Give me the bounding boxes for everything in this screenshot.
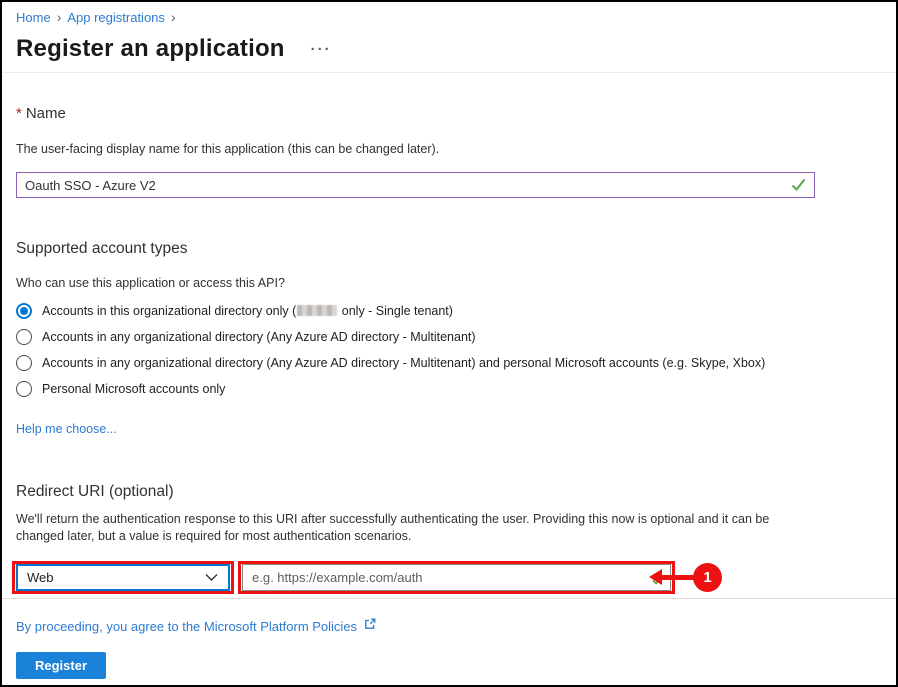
annotation-arrow [661,575,696,580]
platform-select-dropdown[interactable]: Web [16,564,230,591]
name-label-text: Name [26,105,66,122]
more-options-icon[interactable]: ··· [311,41,332,58]
breadcrumb-link-app-registrations[interactable]: App registrations [67,10,165,25]
policy-row: By proceeding, you agree to the Microsof… [16,617,377,636]
valid-check-icon [791,178,806,196]
radio-unselected-icon[interactable] [16,381,32,397]
redirect-uri-input[interactable] [242,564,671,591]
annotation-arrowhead-icon [649,569,662,585]
register-button[interactable]: Register [16,652,106,679]
redirect-uri-description: We'll return the authentication response… [16,511,816,545]
radio-unselected-icon[interactable] [16,329,32,345]
radio-option-multitenant[interactable]: Accounts in any organizational directory… [16,324,765,350]
radio-option-single-tenant[interactable]: Accounts in this organizational director… [16,298,765,324]
required-asterisk: * [16,105,22,122]
account-types-question: Who can use this application or access t… [16,276,285,290]
redirect-uri-heading: Redirect URI (optional) [16,483,174,501]
radio-option-multitenant-personal[interactable]: Accounts in any organizational directory… [16,350,765,376]
annotation-step-badge: 1 [693,563,722,592]
name-input[interactable] [16,172,815,198]
help-me-choose-link[interactable]: Help me choose... [16,422,117,436]
radio-selected-icon[interactable] [16,303,32,319]
breadcrumb: Home › App registrations › [16,9,176,25]
account-type-radio-group: Accounts in this organizational director… [16,298,765,402]
supported-account-types-heading: Supported account types [16,240,187,258]
platform-policies-link[interactable]: By proceeding, you agree to the Microsof… [16,619,357,634]
name-field-label: *Name [16,105,66,122]
radio-label: Personal Microsoft accounts only [42,382,225,396]
chevron-down-icon [205,570,218,585]
section-divider [2,598,896,599]
radio-option-personal-only[interactable]: Personal Microsoft accounts only [16,376,765,402]
register-application-page: Home › App registrations › Register an a… [0,0,898,687]
radio-label: Accounts in any organizational directory… [42,356,765,370]
breadcrumb-separator-icon: › [57,9,62,25]
name-help-text: The user-facing display name for this ap… [16,142,439,156]
radio-label: Accounts in any organizational directory… [42,330,476,344]
external-link-icon [363,617,377,636]
page-header: Register an application ··· [16,35,332,63]
breadcrumb-separator-icon: › [171,9,176,25]
platform-selected-value: Web [27,570,54,585]
header-divider [2,72,896,73]
radio-unselected-icon[interactable] [16,355,32,371]
page-title: Register an application [16,35,285,63]
name-input-container [16,172,815,198]
breadcrumb-link-home[interactable]: Home [16,10,51,25]
redacted-tenant-name [297,305,337,316]
radio-label: Accounts in this organizational director… [42,304,453,318]
